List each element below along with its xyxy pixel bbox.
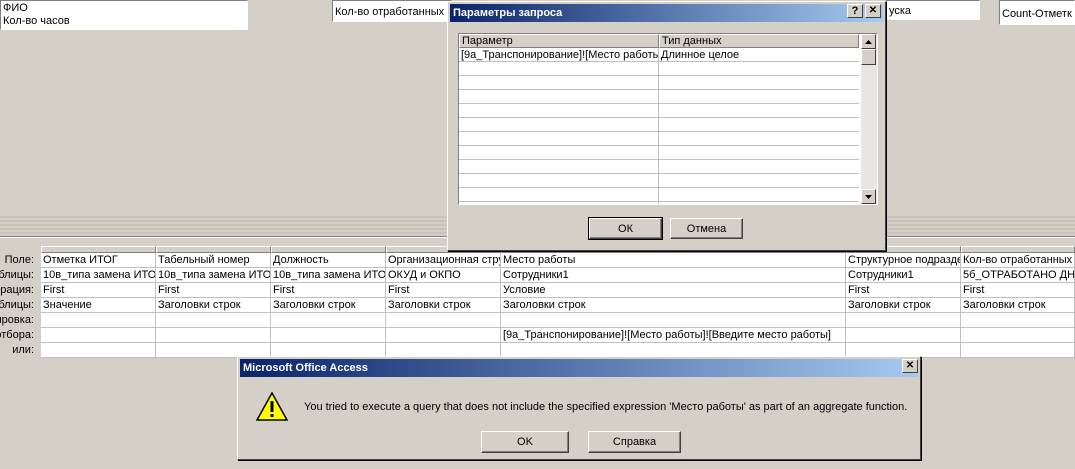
parameters-grid[interactable]: Параметр Тип данных [9а_Транспонирование… [458,33,878,205]
ok-button[interactable]: ОК [588,217,663,240]
qbe-col-selector[interactable] [961,246,1075,253]
qbe-total-cell[interactable]: First [386,283,501,298]
field-list-1[interactable]: ФИО Кол-во часов [0,0,248,30]
qbe-criteria-cell[interactable]: [9а_Транспонирование]![Место работы]![Вв… [501,328,846,343]
qbe-row-label: Условие отбора: [0,329,34,341]
error-message: You tried to execute a query that does n… [304,401,908,413]
qbe-row-label: Групповая операция: [0,284,34,296]
ok-button[interactable]: OK [481,431,569,453]
field-list-3[interactable]: уска [886,0,980,20]
qbe-sort-cell[interactable] [271,313,386,328]
qbe-sort-cell[interactable] [41,313,156,328]
qbe-field-cell[interactable]: Табельный номер [156,253,271,268]
qbe-row-label: Поле: [4,254,34,266]
qbe-table-cell[interactable]: 5б_ОТРАБОТАНО ДНЕЙ [961,268,1075,283]
column-header-type[interactable]: Тип данных [659,34,859,48]
field-list-2[interactable]: Кол-во отработанных [332,0,452,22]
scroll-down-button[interactable] [861,189,876,204]
close-icon[interactable]: ✕ [865,4,881,18]
qbe-crosstab-cell[interactable]: Заголовки строк [961,298,1075,313]
qbe-total-cell[interactable]: Условие [501,283,846,298]
qbe-criteria-cell[interactable] [961,328,1075,343]
qbe-sort-cell[interactable] [156,313,271,328]
warning-icon [256,392,288,421]
qbe-sort-cell[interactable] [386,313,501,328]
field-list-item[interactable]: уска [889,5,911,18]
qbe-field-cell[interactable]: Должность [271,253,386,268]
field-list-item[interactable]: ФИО [3,2,28,15]
error-dialog: Microsoft Office Access ✕ You tried to e… [237,356,921,460]
qbe-total-cell[interactable]: First [846,283,961,298]
qbe-sort-cell[interactable] [501,313,846,328]
qbe-table-cell[interactable]: Сотрудники1 [501,268,846,283]
qbe-row-label: или: [12,344,34,356]
qbe-field-cell[interactable]: Место работы [501,253,846,268]
qbe-table-cell[interactable]: 10в_типа замена ИТОГ [156,268,271,283]
grid-lines [459,48,859,204]
qbe-total-cell[interactable]: First [271,283,386,298]
qbe-crosstab-cell[interactable]: Заголовки строк [271,298,386,313]
qbe-table-cell[interactable]: Сотрудники1 [846,268,961,283]
scroll-up-button[interactable] [861,34,876,49]
qbe-or-cell[interactable] [41,343,156,358]
qbe-row-label: Имя таблицы: [0,269,34,281]
dialog-title-bar[interactable]: Microsoft Office Access [240,359,918,377]
qbe-total-cell[interactable]: First [41,283,156,298]
field-list-4[interactable]: Count-Отметк [999,0,1075,25]
qbe-criteria-cell[interactable] [41,328,156,343]
qbe-crosstab-cell[interactable]: Значение [41,298,156,313]
qbe-table-cell[interactable]: ОКУД и ОКПО [386,268,501,283]
dialog-title-bar[interactable]: Параметры запроса [450,4,883,22]
qbe-crosstab-cell[interactable]: Заголовки строк [501,298,846,313]
qbe-criteria-cell[interactable] [386,328,501,343]
query-parameters-dialog: Параметры запроса ? ✕ Параметр Тип данны… [447,1,886,251]
qbe-criteria-cell[interactable] [846,328,961,343]
qbe-sort-cell[interactable] [961,313,1075,328]
qbe-table-cell[interactable]: 10в_типа замена ИТОГ [41,268,156,283]
grid-col-divider [658,48,659,204]
field-list-item[interactable]: Count-Отметк [1002,8,1072,21]
qbe-crosstab-cell[interactable]: Заголовки строк [156,298,271,313]
qbe-total-cell[interactable]: First [156,283,271,298]
dialog-title: Параметры запроса [453,7,563,19]
parameter-type-cell[interactable]: Длинное целое [659,48,859,62]
field-list-item[interactable]: Кол-во часов [3,15,70,28]
qbe-field-cell[interactable]: Организационная структура [386,253,501,268]
help-icon[interactable]: ? [847,4,863,18]
qbe-table-cell[interactable]: 10в_типа замена ИТОГ [271,268,386,283]
qbe-or-cell[interactable] [961,343,1075,358]
field-list-item[interactable]: Кол-во отработанных [335,6,444,19]
qbe-col-selector[interactable] [271,246,386,253]
qbe-col-selector[interactable] [41,246,156,253]
qbe-row-label: Имя таблицы: [0,299,34,311]
column-header-parameter[interactable]: Параметр [459,34,659,48]
parameter-name-cell[interactable]: [9а_Транспонирование]![Место работы] [459,48,658,62]
arrow-down-icon [865,194,872,199]
close-icon[interactable]: ✕ [902,359,918,373]
cancel-button[interactable]: Отмена [670,218,743,239]
help-button[interactable]: Справка [588,431,681,453]
qbe-total-cell[interactable]: First [961,283,1075,298]
qbe-criteria-cell[interactable] [271,328,386,343]
qbe-crosstab-cell[interactable]: Заголовки строк [386,298,501,313]
qbe-sort-cell[interactable] [846,313,961,328]
qbe-row-label: Сортировка: [0,314,34,326]
dialog-title: Microsoft Office Access [243,362,368,374]
qbe-field-cell[interactable]: Структурное подразделение [846,253,961,268]
qbe-crosstab-cell[interactable]: Заголовки строк [846,298,961,313]
vertical-scrollbar[interactable] [861,34,877,204]
qbe-field-cell[interactable]: Кол-во отработанных [961,253,1075,268]
qbe-field-cell[interactable]: Отметка ИТОГ [41,253,156,268]
arrow-up-icon [865,39,872,44]
qbe-col-selector[interactable] [156,246,271,253]
scroll-thumb[interactable] [861,49,876,65]
qbe-criteria-cell[interactable] [156,328,271,343]
